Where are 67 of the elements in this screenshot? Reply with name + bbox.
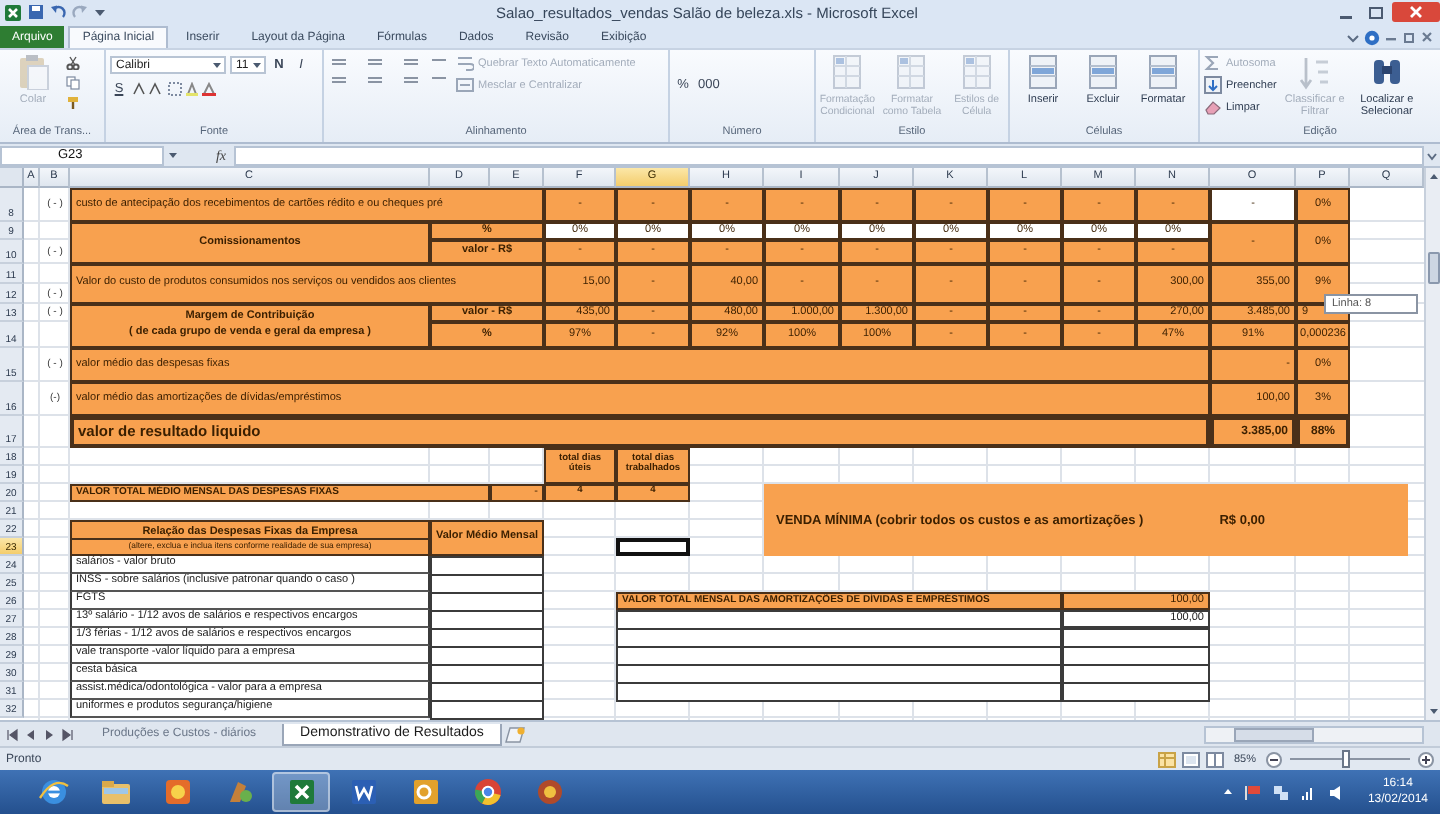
scroll-thumb[interactable] [1427,252,1439,284]
table-cell [430,610,544,630]
wrap-text-icon [456,54,474,72]
flag-icon[interactable] [1243,783,1262,801]
taskbar-button[interactable] [272,772,330,812]
undo-icon[interactable] [50,4,66,20]
nav-arrow-icon[interactable] [6,727,20,741]
font-style-icon[interactable] [168,82,216,96]
copy-icon[interactable] [66,76,80,90]
document-app-icon [347,776,379,808]
collapse-ribbon-icon[interactable] [1346,30,1360,44]
table-icon [1026,54,1060,90]
table-cell [430,646,544,666]
new-sheet-icon[interactable] [503,725,528,743]
table-cell [430,682,544,702]
zoom-out-icon[interactable] [1266,751,1282,767]
zoom-in-icon[interactable] [1418,751,1434,767]
table-cell [430,628,544,648]
table-icon [894,54,929,90]
table-cell [430,556,544,576]
save-icon[interactable] [28,4,44,20]
table-icon [1146,54,1180,90]
brush-icon[interactable] [66,96,80,110]
binoculars-icon [1369,54,1404,90]
signal-icon[interactable] [1299,783,1318,801]
scissors-icon[interactable] [66,56,80,70]
network-icon[interactable] [1271,783,1290,801]
table-cell [430,700,544,720]
caret-icon [212,60,222,70]
nav-arrow-icon[interactable] [60,727,74,741]
restore-icon[interactable] [1402,30,1416,44]
table-icon [1086,54,1120,90]
horizontal-scrollbar[interactable] [1204,725,1424,743]
page-layout-icon[interactable] [1181,751,1200,767]
font-size-icon[interactable] [132,82,164,96]
fill-down-icon [1204,76,1222,94]
table-cell [430,592,544,612]
spreadsheet-grid[interactable] [0,168,1424,720]
spreadsheet-app-icon [285,776,317,808]
page-break-icon[interactable] [1205,751,1224,767]
app-icon [533,776,565,808]
tray-arrow-icon[interactable] [1221,786,1234,798]
caret-icon[interactable] [94,6,106,18]
sigma-icon [1204,54,1222,72]
speaker-icon[interactable] [1327,783,1346,801]
merge-icon [456,76,474,94]
table-icon [959,54,994,90]
close-icon[interactable] [1420,30,1434,44]
browser-icon [37,776,69,808]
table-icon [830,54,865,90]
sort-icon [1297,54,1332,90]
expand-icon[interactable] [1426,149,1438,161]
chrome-icon [471,776,503,808]
formula-input[interactable] [234,145,1424,165]
caret-icon [252,60,262,70]
folder-icon [99,776,131,808]
caret-icon[interactable] [168,150,178,160]
close-icon[interactable] [1392,2,1440,22]
vertical-scrollbar[interactable] [1424,168,1440,720]
clipboard-icon [16,54,50,90]
cell-cursor[interactable] [616,538,690,556]
table-cell [430,574,544,594]
spreadsheet-app-icon[interactable] [4,3,22,21]
scroll-thumb[interactable] [1234,727,1314,741]
eraser-icon [1204,98,1222,116]
help-icon[interactable] [1364,29,1380,45]
table-cell [430,664,544,684]
